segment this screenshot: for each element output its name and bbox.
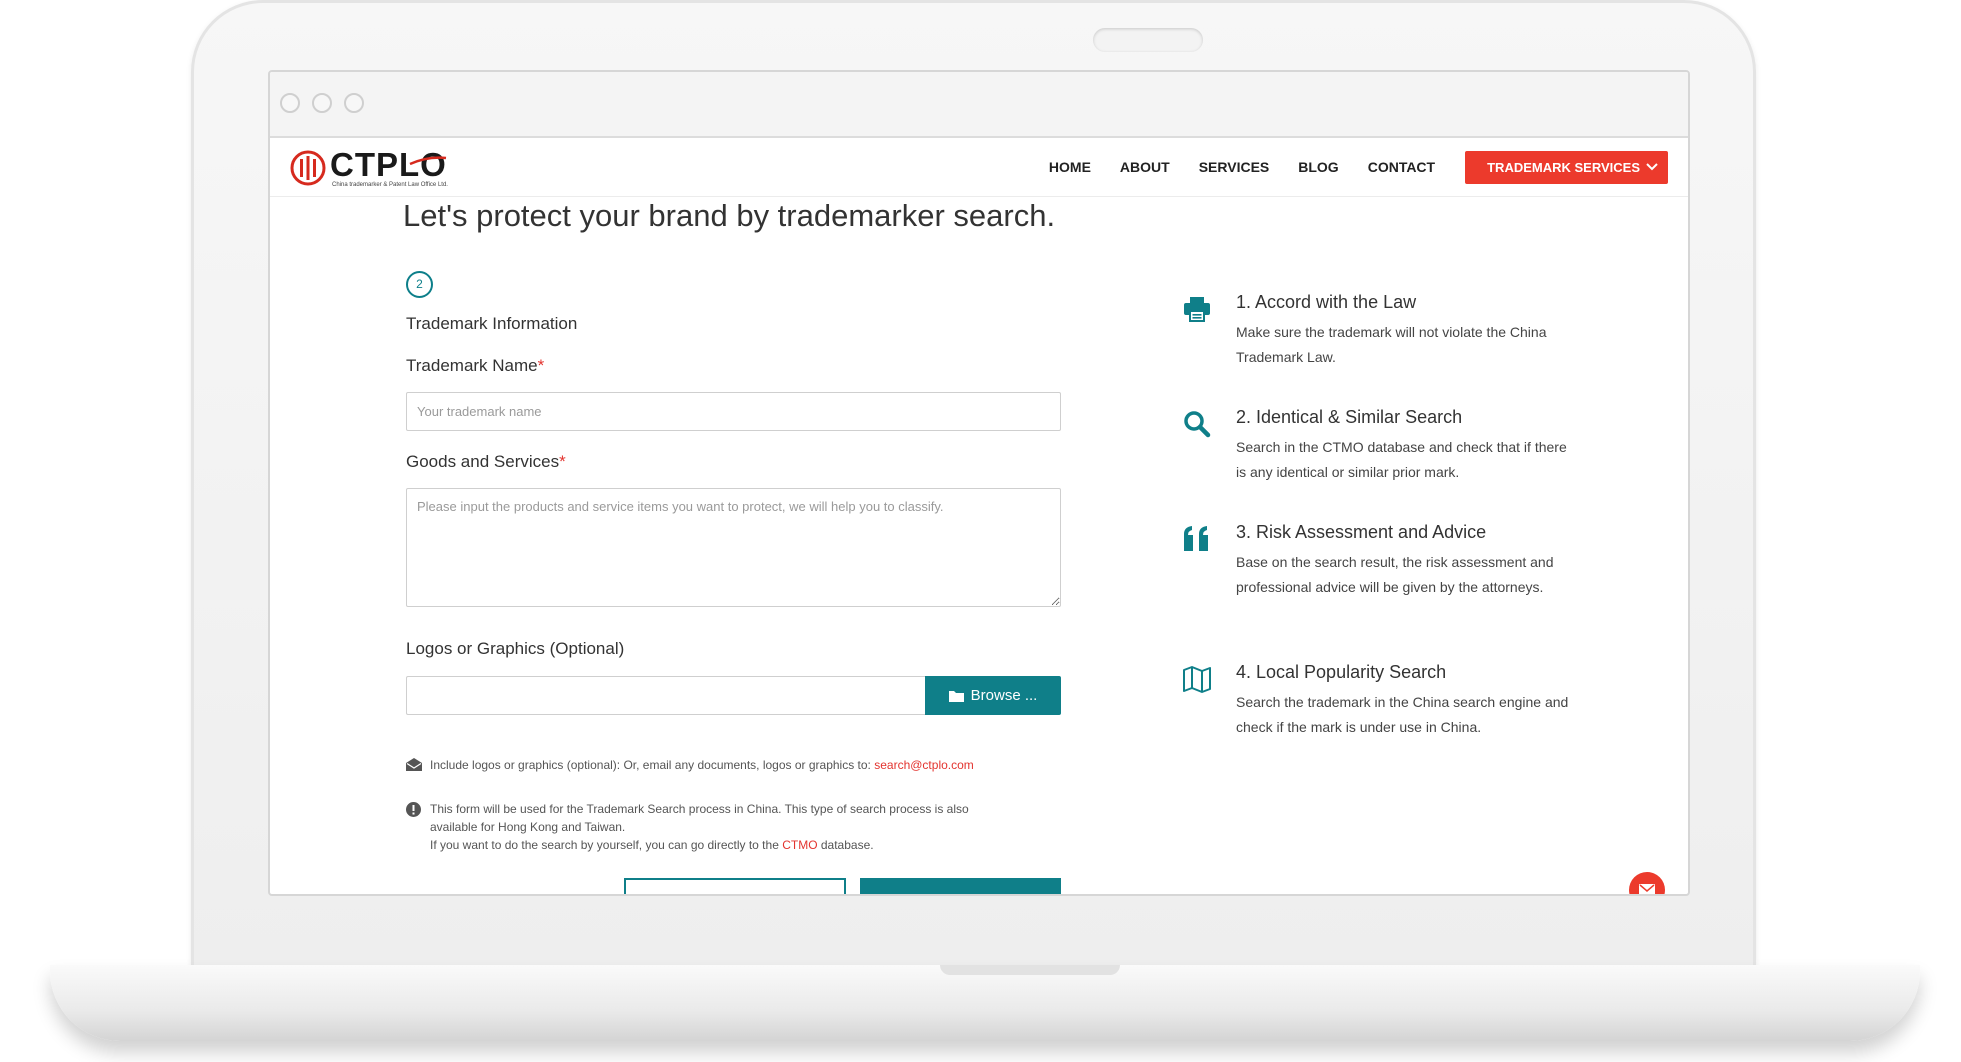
feature-title: 2. Identical & Similar Search — [1236, 407, 1463, 427]
trademark-name-label: Trademark Name* — [406, 356, 544, 376]
info-note-line1: This form will be used for the Trademark… — [430, 802, 969, 816]
mail-icon — [1639, 884, 1655, 894]
nav-home[interactable]: HOME — [1049, 150, 1091, 184]
site-header: CTPLO China trademarker & Patent Law Off… — [270, 138, 1688, 197]
window-maximize-dot[interactable] — [344, 93, 364, 113]
trademark-services-label: TRADEMARK SERVICES — [1487, 159, 1640, 175]
trademark-name-label-text: Trademark Name — [406, 356, 538, 375]
chat-button[interactable] — [1629, 872, 1665, 894]
feature-desc: Search the trademark in the China search… — [1236, 694, 1569, 735]
logos-label: Logos or Graphics (Optional) — [406, 639, 625, 658]
feature-item-popularity: 4. Local Popularity Search Search the tr… — [1182, 662, 1568, 762]
nav-blog[interactable]: BLOG — [1298, 150, 1338, 184]
browser-title-bar — [270, 72, 1688, 138]
goods-services-label-text: Goods and Services — [406, 452, 560, 471]
feature-desc: Make sure the trademark will not violate… — [1236, 324, 1547, 365]
quote-icon — [1184, 526, 1208, 551]
feature-item-risk: 3. Risk Assessment and Advice Base on th… — [1182, 522, 1562, 622]
window-close-dot[interactable] — [280, 93, 300, 113]
exclamation-icon — [406, 802, 421, 817]
logo-emblem-icon — [290, 150, 326, 186]
printer-icon — [1184, 297, 1210, 322]
nav-about[interactable]: ABOUT — [1120, 150, 1170, 184]
required-marker: * — [559, 452, 566, 471]
map-icon — [1183, 666, 1211, 693]
chevron-down-icon — [1646, 163, 1658, 171]
previous-step-button[interactable] — [624, 878, 846, 894]
window-minimize-dot[interactable] — [312, 93, 332, 113]
laptop-base — [50, 965, 1920, 1041]
feature-item-law: 1. Accord with the Law Make sure the tra… — [1182, 292, 1562, 372]
goods-services-label: Goods and Services* — [406, 452, 566, 472]
main-nav: HOME ABOUT SERVICES BLOG CONTACT TRADEMA… — [1020, 150, 1668, 184]
feature-desc: Search in the CTMO database and check th… — [1236, 439, 1567, 480]
nav-services[interactable]: SERVICES — [1199, 150, 1270, 184]
feature-title: 4. Local Popularity Search — [1236, 662, 1447, 682]
browse-label: Browse ... — [970, 687, 1038, 704]
feature-title: 3. Risk Assessment and Advice — [1236, 522, 1487, 542]
email-link[interactable]: search@ctplo.com — [874, 758, 974, 772]
feature-item-search: 2. Identical & Similar Search Search in … — [1182, 407, 1567, 487]
step-indicator: 2 — [406, 271, 433, 298]
camera-notch — [1093, 28, 1203, 52]
email-note-text: Include logos or graphics (optional): Or… — [430, 758, 875, 772]
info-note-line2: available for Hong Kong and Taiwan. — [430, 820, 626, 834]
feature-title: 1. Accord with the Law — [1236, 292, 1417, 312]
section-title: Trademark Information — [406, 314, 578, 333]
envelope-open-icon — [406, 758, 422, 771]
search-icon — [1184, 411, 1211, 438]
browser-window: CTPLO China trademarker & Patent Law Off… — [268, 70, 1690, 896]
email-note: Include logos or graphics (optional): Or… — [406, 756, 974, 774]
next-step-button[interactable] — [860, 878, 1061, 894]
logo-swoosh-icon — [409, 156, 447, 166]
site-logo[interactable]: CTPLO China trademarker & Patent Law Off… — [290, 146, 450, 188]
feature-desc: Base on the search result, the risk asse… — [1236, 554, 1554, 595]
logo-subtitle: China trademarker & Patent Law Office Lt… — [332, 182, 448, 188]
info-note: This form will be used for the Trademark… — [406, 800, 969, 854]
ctmo-link[interactable]: CTMO — [782, 838, 817, 852]
info-note-line3-suffix: database. — [817, 838, 874, 852]
info-note-line3-prefix: If you want to do the search by yourself… — [430, 838, 783, 852]
nav-contact[interactable]: CONTACT — [1368, 150, 1435, 184]
folder-icon — [948, 690, 964, 702]
laptop-base-notch — [940, 965, 1120, 975]
goods-services-textarea[interactable] — [406, 488, 1061, 607]
logo-file-field[interactable] — [406, 676, 925, 715]
required-marker: * — [537, 356, 545, 375]
page-headline: Let's protect your brand by trademarker … — [403, 198, 1056, 233]
browse-button[interactable]: Browse ... — [925, 676, 1061, 715]
trademark-services-button[interactable]: TRADEMARK SERVICES — [1465, 150, 1668, 184]
page-content: Let's protect your brand by trademarker … — [270, 196, 1688, 894]
trademark-name-input[interactable] — [406, 392, 1061, 431]
